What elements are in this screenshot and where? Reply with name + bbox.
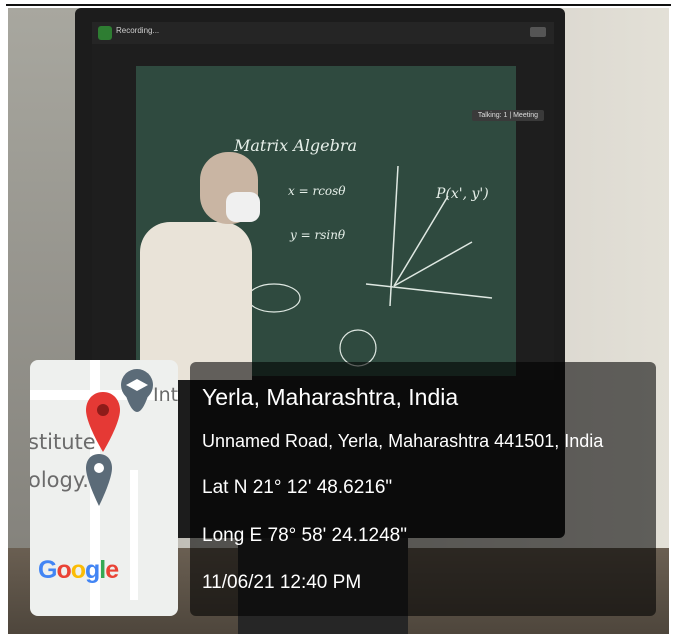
meeting-toolbar: Recording... (92, 22, 554, 44)
map-road (130, 470, 138, 600)
participant-badge: Talking: 1 | Meeting (471, 110, 544, 121)
map-thumbnail[interactable]: stitute ology... Int Google (30, 360, 178, 616)
meeting-title: Recording... (116, 26, 160, 35)
map-pin-icon (86, 392, 120, 452)
location-datetime: 11/06/21 12:40 PM (202, 572, 362, 593)
location-latitude: Lat N 21° 12' 48.6216" (202, 477, 393, 498)
app-icon (98, 26, 112, 40)
monitor-screen: Recording... Matrix Algebra x = rcosθ y … (92, 22, 554, 380)
location-address: Unnamed Road, Yerla, Maharashtra 441501,… (202, 431, 604, 451)
secondary-pin-icon (86, 454, 112, 506)
top-border (0, 0, 677, 6)
google-logo: Google (38, 556, 119, 584)
education-icon (121, 369, 153, 412)
location-place: Yerla, Maharashtra, India (202, 384, 459, 410)
teacher (140, 152, 280, 380)
map-label-int: Int (153, 384, 178, 406)
teacher-coat (140, 222, 252, 380)
location-overlay: Yerla, Maharashtra, India Unnamed Road, … (190, 362, 656, 616)
window-control-icon (530, 27, 546, 37)
location-longitude: Long E 78° 58' 24.1248" (202, 525, 407, 546)
face-mask (226, 192, 260, 222)
